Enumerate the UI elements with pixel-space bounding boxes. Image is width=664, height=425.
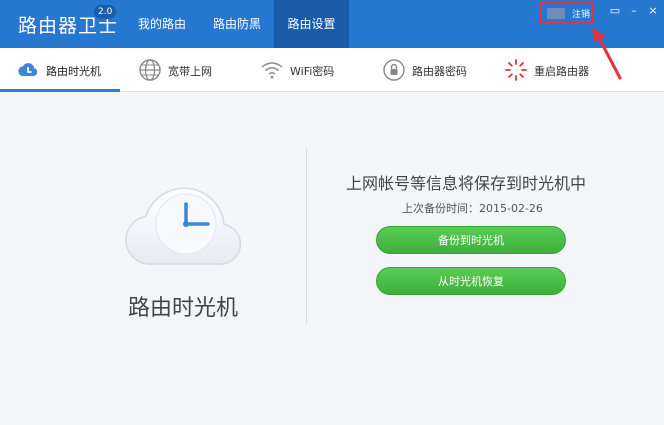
wifi-icon <box>261 62 283 79</box>
lock-icon <box>383 59 405 81</box>
divider <box>306 148 307 324</box>
subtab-time-machine[interactable]: 路由时光机 <box>0 48 120 92</box>
tab-router-settings[interactable]: 路由设置 <box>274 0 349 48</box>
restore-window-icon[interactable]: ▭ <box>608 4 622 18</box>
restore-button[interactable]: 从时光机恢复 <box>376 267 566 295</box>
tab-my-router[interactable]: 我的路由 <box>124 0 200 48</box>
close-icon[interactable]: × <box>646 4 660 18</box>
subtab-wifi-password[interactable]: WiFi密码 <box>244 48 364 92</box>
globe-icon <box>139 59 161 81</box>
subtab-label: 宽带上网 <box>168 65 212 78</box>
time-machine-hero-icon <box>125 187 242 265</box>
version-badge: 2.0 <box>94 5 117 19</box>
subtab-router-password[interactable]: 路由器密码 <box>366 48 486 92</box>
subtab-label: 路由时光机 <box>46 65 101 78</box>
backup-button[interactable]: 备份到时光机 <box>376 226 566 254</box>
avatar[interactable] <box>547 8 565 19</box>
top-bar: 路由器卫士 2.0 我的路由 路由防黑 路由设置 注销 ▭ – × <box>0 0 664 48</box>
time-machine-title: 路由时光机 <box>128 296 239 321</box>
user-area: 注销 <box>540 2 594 24</box>
sub-navigation: 路由时光机 宽带上网 WiFi密码 路由器密码 重启路由器 <box>0 48 664 92</box>
time-machine-cloud-icon <box>18 63 38 76</box>
subtab-label: WiFi密码 <box>290 65 335 78</box>
minimize-icon[interactable]: – <box>627 4 641 18</box>
tab-router-antihack[interactable]: 路由防黑 <box>200 0 274 48</box>
subtab-label: 路由器密码 <box>412 65 467 78</box>
subtab-label: 重启路由器 <box>534 65 589 78</box>
subtab-broadband[interactable]: 宽带上网 <box>122 48 242 92</box>
backup-info-text: 上网帐号等信息将保存到时光机中 <box>346 174 587 193</box>
logout-link[interactable]: 注销 <box>572 7 590 20</box>
last-backup-time: 上次备份时间：2015-02-26 <box>402 202 543 215</box>
main-panel: 路由时光机 上网帐号等信息将保存到时光机中 上次备份时间：2015-02-26 … <box>0 92 664 425</box>
restart-icon <box>505 59 527 81</box>
annotation-arrow <box>592 28 622 80</box>
